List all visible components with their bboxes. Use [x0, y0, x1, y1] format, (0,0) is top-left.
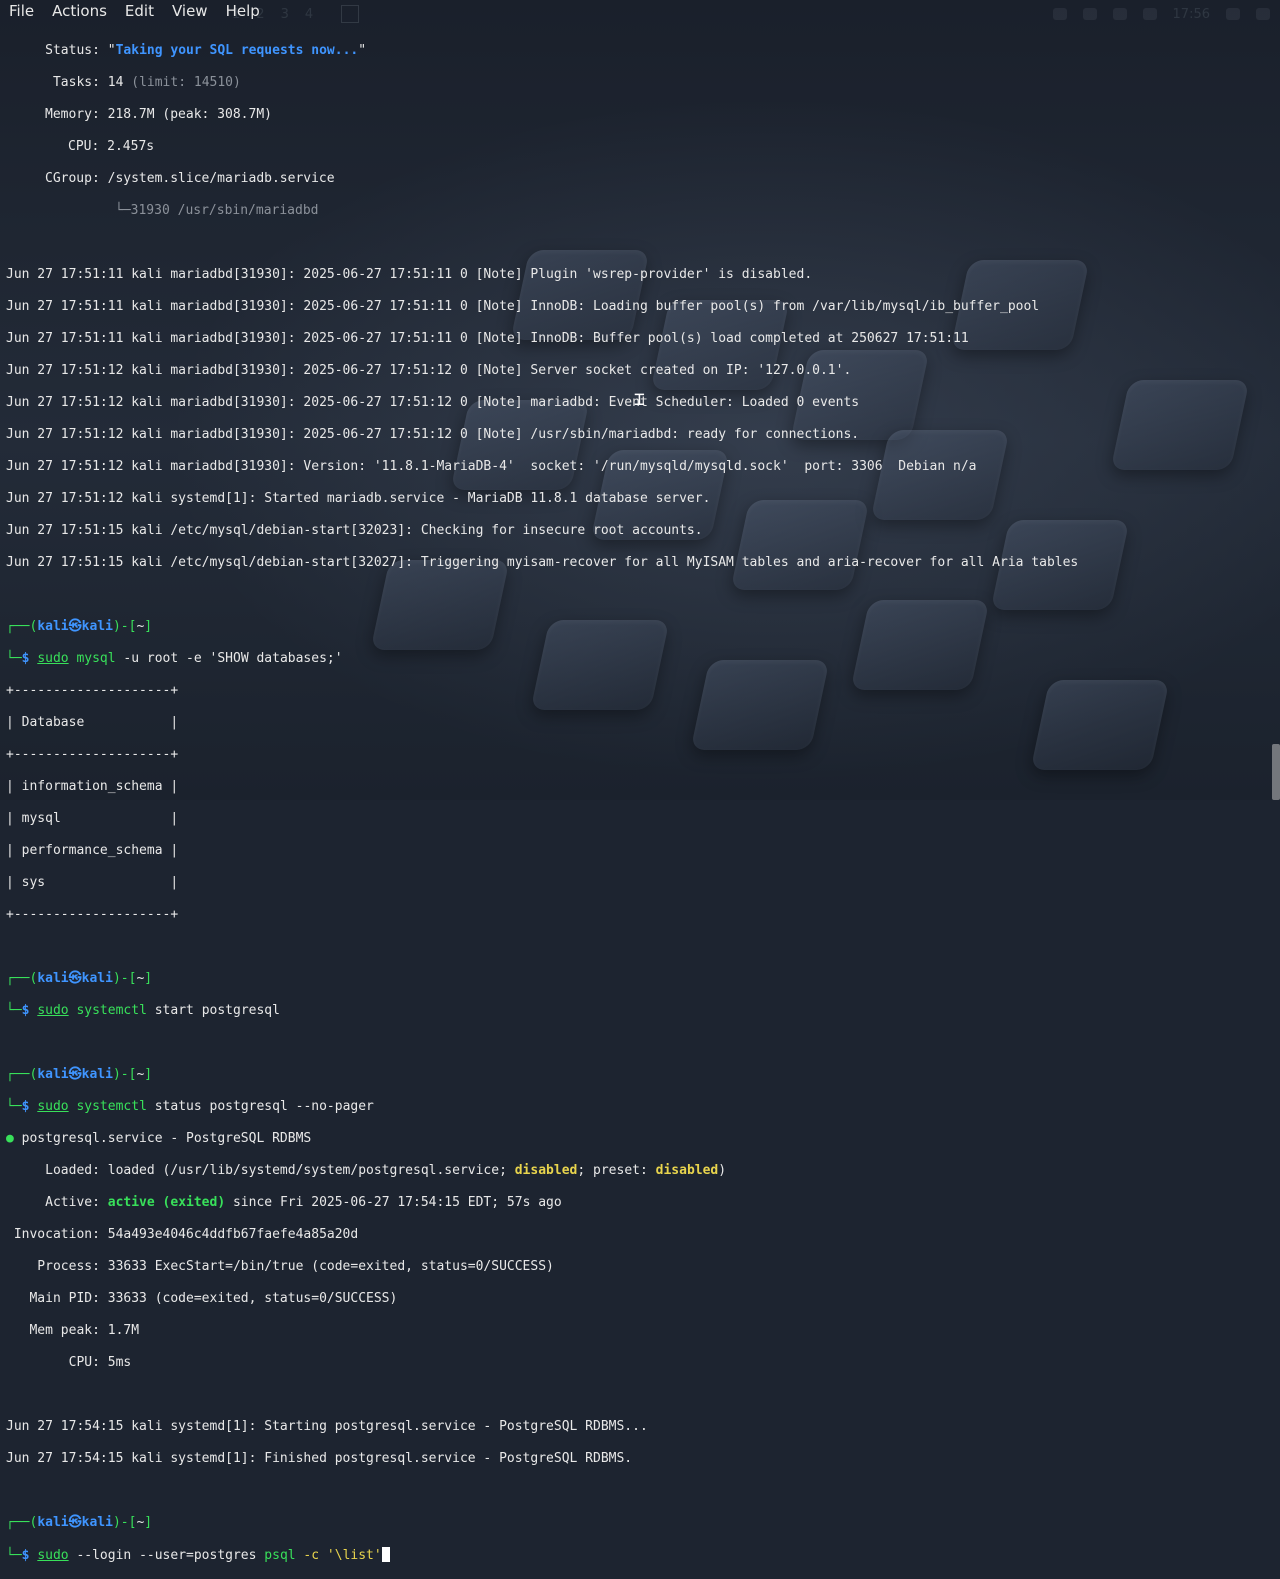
blank — [6, 939, 1256, 955]
terminal-output[interactable]: Status: "Taking your SQL requests now...… — [6, 27, 1256, 1563]
blank — [6, 587, 1256, 603]
blank — [6, 1387, 1256, 1403]
terminal-scrollbar[interactable] — [1272, 744, 1280, 800]
cgroup-child-line: └─31930 /usr/sbin/mariadbd — [115, 203, 319, 218]
process-line: Process: 33633 ExecStart=/bin/true (code… — [6, 1259, 554, 1274]
main-pid-line: Main PID: 33633 (code=exited, status=0/S… — [6, 1291, 398, 1306]
menu-view[interactable]: View — [162, 0, 216, 22]
terminal-menubar: File Actions Edit View Help — [0, 0, 1280, 22]
log-line: Jun 27 17:51:15 kali /etc/mysql/debian-s… — [6, 523, 703, 538]
blank — [6, 1035, 1256, 1051]
log-line: Jun 27 17:54:15 kali systemd[1]: Finishe… — [6, 1451, 633, 1466]
invocation-line: Invocation: 54a493e4046c4ddfb67faefe4a85… — [6, 1227, 359, 1242]
table-border: +--------------------+ — [6, 683, 179, 698]
command-line: └─$ sudo systemctl status postgresql --n… — [6, 1099, 374, 1114]
prompt-header: ┌──(kali㉿kali)-[~] — [6, 971, 153, 986]
log-line: Jun 27 17:51:11 kali mariadbd[31930]: 20… — [6, 299, 1040, 314]
prompt-header: ┌──(kali㉿kali)-[~] — [6, 619, 153, 634]
text-cursor — [381, 1547, 390, 1562]
tasks-line: Tasks: 14 (limit: 14510) — [52, 75, 241, 90]
command-line-active[interactable]: └─$ sudo --login --user=postgres psql -c… — [6, 1547, 1256, 1563]
table-row: | performance_schema | — [6, 843, 179, 858]
prompt-header: ┌──(kali㉿kali)-[~] — [6, 1067, 153, 1082]
cpu-line: CPU: 5ms — [6, 1355, 132, 1370]
log-line: Jun 27 17:51:12 kali mariadbd[31930]: 20… — [6, 395, 860, 410]
log-line: Jun 27 17:51:11 kali mariadbd[31930]: 20… — [6, 267, 813, 282]
memory-line: Memory: 218.7M (peak: 308.7M) — [45, 107, 272, 122]
log-line: Jun 27 17:51:12 kali mariadbd[31930]: 20… — [6, 363, 852, 378]
mouse-ibeam-cursor-icon: ⌶ — [634, 389, 645, 410]
menu-edit[interactable]: Edit — [115, 0, 162, 22]
active-line: Active: active (exited) since Fri 2025-0… — [6, 1195, 562, 1210]
table-border: +--------------------+ — [6, 907, 179, 922]
status-dot-icon: ● — [6, 1131, 14, 1146]
table-border: +--------------------+ — [6, 747, 179, 762]
status-line: Status: "Taking your SQL requests now...… — [45, 43, 367, 58]
mem-peak-line: Mem peak: 1.7M — [6, 1323, 140, 1338]
cgroup-line: CGroup: /system.slice/mariadb.service — [45, 171, 335, 186]
log-line: Jun 27 17:51:12 kali mariadbd[31930]: 20… — [6, 427, 860, 442]
table-row: | mysql | — [6, 811, 179, 826]
log-line: Jun 27 17:51:12 kali mariadbd[31930]: Ve… — [6, 459, 977, 474]
command-line: └─$ sudo mysql -u root -e 'SHOW database… — [6, 651, 343, 666]
prompt-header: ┌──(kali㉿kali)-[~] — [6, 1515, 153, 1530]
log-line: Jun 27 17:54:15 kali systemd[1]: Startin… — [6, 1419, 648, 1434]
loaded-line: Loaded: loaded (/usr/lib/systemd/system/… — [6, 1163, 727, 1178]
service-title: ● postgresql.service - PostgreSQL RDBMS — [6, 1131, 312, 1146]
table-row: | sys | — [6, 875, 179, 890]
log-line: Jun 27 17:51:12 kali systemd[1]: Started… — [6, 491, 711, 506]
menu-actions[interactable]: Actions — [42, 0, 115, 22]
table-header: | Database | — [6, 715, 179, 730]
blank — [6, 1483, 1256, 1499]
blank — [6, 235, 1256, 251]
log-line: Jun 27 17:51:15 kali /etc/mysql/debian-s… — [6, 555, 1079, 570]
menu-file[interactable]: File — [0, 0, 42, 22]
log-line: Jun 27 17:51:11 kali mariadbd[31930]: 20… — [6, 331, 969, 346]
command-line: └─$ sudo systemctl start postgresql — [6, 1003, 280, 1018]
cpu-line: CPU: 2.457s — [68, 139, 155, 154]
status-value: Taking your SQL requests now... — [115, 43, 359, 58]
menu-help[interactable]: Help — [216, 0, 268, 22]
table-row: | information_schema | — [6, 779, 179, 794]
